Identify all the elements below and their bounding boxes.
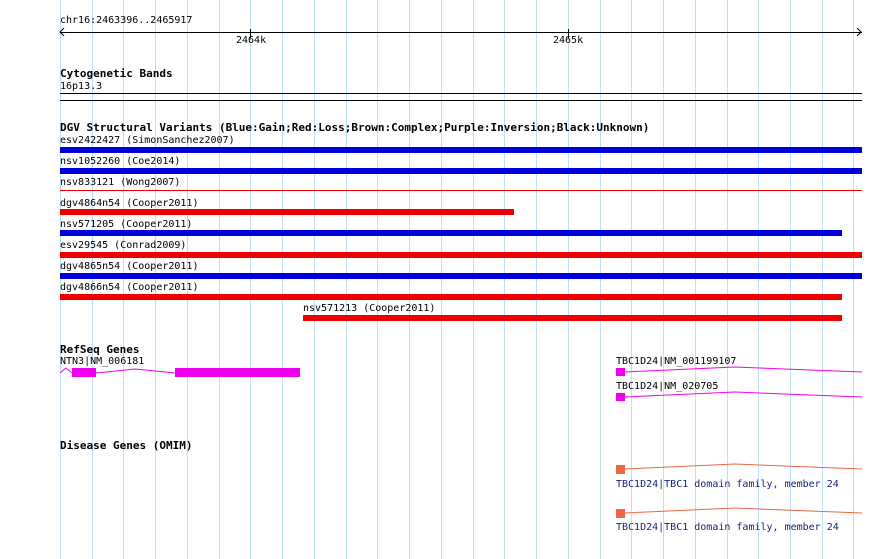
cytoband-line[interactable] — [60, 93, 862, 94]
ruler-line — [60, 32, 862, 33]
genome-browser-view[interactable]: chr16:2463396..2465917 2464k 2465k Cytog… — [0, 0, 890, 559]
variant-bar-loss[interactable] — [60, 190, 862, 191]
cytoband-label: 16p13.3 — [60, 81, 103, 92]
omim-gene-label: TBC1D24|TBC1 domain family, member 24 — [616, 522, 839, 533]
ruler-tick-label: 2464k — [236, 35, 267, 46]
cytoband-line[interactable] — [60, 100, 862, 101]
dgv-track-title: DGV Structural Variants (Blue:Gain;Red:L… — [60, 121, 650, 134]
gene-exon-ntn3[interactable] — [72, 368, 96, 377]
variant-bar-loss[interactable] — [60, 209, 514, 215]
variant-label: nsv833121 (Wong2007) — [60, 177, 181, 188]
variant-label: dgv4864n54 (Cooper2011) — [60, 198, 199, 209]
variant-label: dgv4866n54 (Cooper2011) — [60, 282, 199, 293]
gene-exon-ntn3[interactable] — [175, 368, 300, 377]
ruler-right-arrow-icon — [856, 28, 862, 36]
cytoband-track-title: Cytogenetic Bands — [60, 67, 173, 80]
grid-lines — [0, 0, 890, 559]
refseq-track-title: RefSeq Genes — [60, 343, 140, 356]
variant-label: esv2422427 (SimonSanchez2007) — [60, 135, 235, 146]
region-label: chr16:2463396..2465917 — [60, 15, 193, 26]
variant-bar-gain[interactable] — [60, 230, 842, 236]
variant-bar-loss[interactable] — [60, 252, 862, 258]
ruler-left-arrow-icon — [59, 28, 65, 36]
omim-track-title: Disease Genes (OMIM) — [60, 439, 193, 452]
gene-exon-tbc1d24[interactable] — [616, 393, 625, 401]
gene-intron-tbc1d24[interactable] — [624, 391, 865, 403]
variant-bar-gain[interactable] — [60, 273, 862, 279]
gene-exon-tbc1d24[interactable] — [616, 368, 625, 376]
variant-label: nsv1052260 (Coe2014) — [60, 156, 181, 167]
omim-gene-box[interactable] — [616, 509, 625, 518]
variant-label: nsv571205 (Cooper2011) — [60, 219, 193, 230]
variant-bar-gain[interactable] — [60, 168, 862, 174]
omim-gene-line[interactable] — [624, 507, 865, 519]
ruler-tick-label: 2465k — [553, 35, 584, 46]
gene-intron-tbc1d24[interactable] — [624, 366, 865, 378]
variant-label: esv29545 (Conrad2009) — [60, 240, 187, 251]
omim-gene-label: TBC1D24|TBC1 domain family, member 24 — [616, 479, 839, 490]
variant-label: dgv4865n54 (Cooper2011) — [60, 261, 199, 272]
variant-bar-loss[interactable] — [60, 294, 842, 300]
variant-bar-gain[interactable] — [60, 147, 862, 153]
omim-gene-box[interactable] — [616, 465, 625, 474]
omim-gene-line[interactable] — [624, 463, 865, 475]
variant-bar-loss[interactable] — [303, 315, 842, 321]
variant-label: nsv571213 (Cooper2011) — [303, 303, 436, 314]
